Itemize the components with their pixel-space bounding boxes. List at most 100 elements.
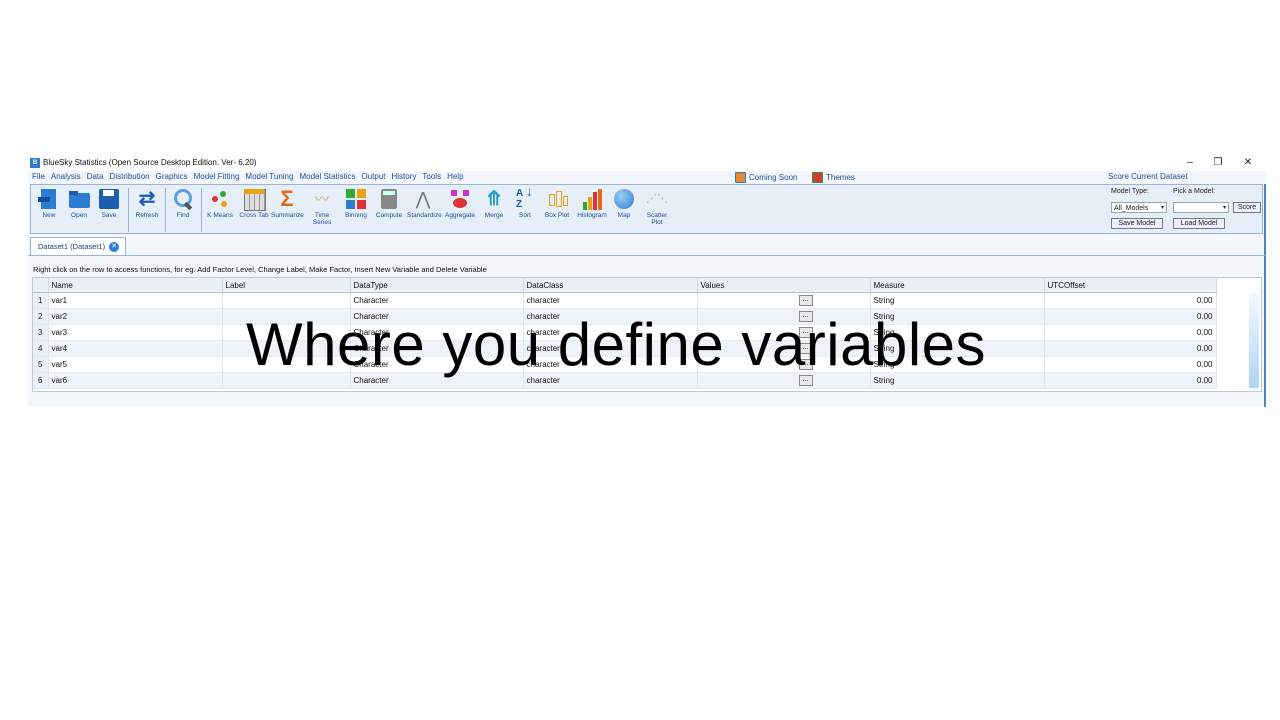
- box-plot-button[interactable]: Box Plot: [541, 188, 573, 219]
- crosstab-button[interactable]: Cross Tab: [238, 188, 270, 219]
- calculator-icon: [378, 188, 400, 210]
- open-button[interactable]: Open: [63, 188, 95, 219]
- kmeans-button[interactable]: K Means: [204, 188, 236, 219]
- menu-analysis[interactable]: Analysis: [51, 172, 81, 181]
- new-button[interactable]: New: [33, 188, 65, 219]
- table-row[interactable]: 1 var1 Character character ... String 0.…: [33, 292, 1217, 309]
- menu-file[interactable]: File: [32, 172, 45, 181]
- close-tab-icon[interactable]: ✕: [109, 242, 119, 252]
- menu-history[interactable]: History: [392, 172, 417, 181]
- time-series-label-2: Series: [312, 219, 332, 226]
- menu-output[interactable]: Output: [361, 172, 385, 181]
- column-header-measure[interactable]: Measure: [870, 278, 1045, 293]
- toolbar: New Open Save ⇄ Refresh Find K Means Cro…: [30, 184, 1263, 234]
- box-plot-label: Box Plot: [544, 212, 570, 219]
- scatter-plot-label-2: Plot: [651, 219, 663, 226]
- menu-data[interactable]: Data: [87, 172, 104, 181]
- binning-button[interactable]: Binning: [340, 188, 372, 219]
- merge-button[interactable]: ⤊ Merge: [478, 188, 510, 219]
- model-scoring-panel: Model Type: Pick a Model: All_Models ▾ ▾…: [1108, 185, 1264, 233]
- cell-dataclass[interactable]: character: [523, 292, 698, 309]
- sort-button[interactable]: A Z ↓ Sort: [509, 183, 541, 219]
- histogram-button[interactable]: Histogram: [576, 188, 608, 219]
- cell-label[interactable]: [222, 292, 351, 309]
- vertical-scrollbar[interactable]: [1249, 293, 1259, 388]
- column-header-name[interactable]: Name: [48, 278, 223, 293]
- row-number-header: [33, 278, 49, 293]
- model-type-label: Model Type:: [1111, 188, 1150, 195]
- chevron-down-icon: ▾: [1160, 205, 1164, 211]
- column-header-datatype[interactable]: DataType: [350, 278, 524, 293]
- menu-model-statistics[interactable]: Model Statistics: [299, 172, 355, 181]
- pick-model-select[interactable]: ▾: [1173, 202, 1229, 213]
- scatter-plot-button[interactable]: ⋰⋱ Scatter Plot: [641, 188, 673, 226]
- scatter-plot-label-1: Scatter: [646, 212, 668, 219]
- cell-datatype[interactable]: Character: [350, 292, 524, 309]
- title-bar: B BlueSky Statistics (Open Source Deskto…: [28, 155, 1266, 171]
- window-title: BlueSky Statistics (Open Source Desktop …: [43, 158, 257, 167]
- menu-model-fitting[interactable]: Model Fitting: [194, 172, 240, 181]
- cell-utcoffset[interactable]: 0.00: [1044, 292, 1217, 309]
- new-file-icon: [38, 188, 60, 210]
- time-series-label-1: Time: [314, 212, 330, 219]
- minimize-button[interactable]: –: [1180, 156, 1200, 170]
- menu-distribution[interactable]: Distribution: [110, 172, 150, 181]
- column-header-values[interactable]: Values: [697, 278, 871, 293]
- menu-bar: File Analysis Data Distribution Graphics…: [28, 171, 1266, 184]
- compute-button[interactable]: Compute: [373, 188, 405, 219]
- folder-icon: [68, 188, 90, 210]
- score-button[interactable]: Score: [1233, 202, 1261, 213]
- close-window-button[interactable]: ✕: [1238, 156, 1258, 170]
- time-series-button[interactable]: 〰 Time Series: [306, 188, 338, 226]
- refresh-button[interactable]: ⇄ Refresh: [131, 188, 163, 219]
- restore-button[interactable]: ❐: [1208, 156, 1228, 170]
- binning-icon: [345, 188, 367, 210]
- save-model-button[interactable]: Save Model: [1111, 218, 1163, 229]
- merge-label: Merge: [484, 212, 504, 219]
- sort-az-icon: A Z ↓: [516, 183, 533, 210]
- find-button[interactable]: Find: [167, 188, 199, 219]
- menu-graphics[interactable]: Graphics: [156, 172, 188, 181]
- sort-label: Sort: [519, 212, 531, 219]
- model-type-select[interactable]: All_Models ▾: [1111, 202, 1167, 213]
- crosstab-label: Cross Tab: [239, 212, 269, 219]
- column-header-dataclass[interactable]: DataClass: [523, 278, 698, 293]
- chevron-down-icon: ▾: [1222, 205, 1226, 211]
- map-button[interactable]: Map: [608, 188, 640, 219]
- aggregate-button[interactable]: Aggregate: [444, 188, 476, 219]
- time-series-icon: 〰: [315, 191, 329, 207]
- variable-grid-hint: Right click on the row to access functio…: [33, 265, 487, 274]
- menu-tools[interactable]: Tools: [422, 172, 441, 181]
- crosstab-grid-icon: [243, 188, 266, 211]
- table-header-row: Name Label DataType DataClass Values Mea…: [33, 278, 1217, 293]
- find-label: Find: [176, 212, 190, 219]
- themes-link[interactable]: Themes: [812, 172, 855, 183]
- pick-model-label: Pick a Model:: [1173, 188, 1216, 195]
- kmeans-label: K Means: [207, 212, 233, 219]
- tab-dataset1[interactable]: Dataset1 (Dataset1) ✕: [30, 237, 126, 255]
- model-type-value: All_Models: [1114, 205, 1149, 212]
- cell-name[interactable]: var1: [48, 292, 223, 309]
- standardize-button[interactable]: ⋀ Standardize: [407, 188, 442, 219]
- menu-model-tuning[interactable]: Model Tuning: [245, 172, 293, 181]
- kmeans-icon: [209, 188, 231, 210]
- score-current-dataset-link[interactable]: Score Current Dataset: [1108, 172, 1188, 181]
- load-model-button[interactable]: Load Model: [1173, 218, 1225, 229]
- scatter-plot-icon: ⋰⋱: [646, 193, 668, 205]
- slide-caption: Where you define variables: [245, 311, 987, 378]
- open-label: Open: [71, 212, 87, 219]
- merge-arrow-icon: ⤊: [485, 188, 503, 210]
- save-button[interactable]: Save: [93, 188, 125, 219]
- aggregate-label: Aggregate: [445, 212, 475, 219]
- menu-help[interactable]: Help: [447, 172, 463, 181]
- cell-measure[interactable]: String: [870, 292, 1045, 309]
- values-ellipsis-button[interactable]: ...: [798, 295, 813, 306]
- column-header-label[interactable]: Label: [222, 278, 351, 293]
- histogram-icon: [581, 188, 603, 210]
- dataset-tab-strip: Dataset1 (Dataset1) ✕: [28, 236, 1266, 256]
- column-header-utcoffset[interactable]: UTCOffset: [1044, 278, 1217, 293]
- summarize-label: Summarize: [271, 212, 304, 219]
- coming-soon-link[interactable]: Coming Soon: [735, 172, 797, 183]
- summarize-button[interactable]: Σ Summarize: [271, 188, 304, 220]
- aggregate-icon: [449, 188, 471, 210]
